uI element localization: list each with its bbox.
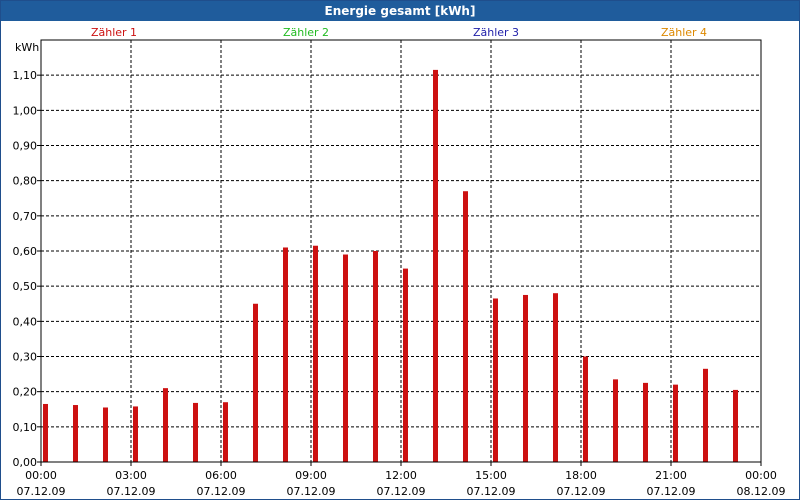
- legend-item: Zähler 3: [473, 26, 519, 39]
- bar: [523, 294, 528, 462]
- bar: [193, 402, 198, 462]
- x-tick-time: 09:00: [295, 469, 327, 482]
- x-tick-time: 00:00: [25, 469, 57, 482]
- x-tick-time: 15:00: [475, 469, 507, 482]
- y-tick-label: 0,20: [13, 386, 38, 399]
- y-tick-label: 0,00: [13, 456, 38, 469]
- legend-item: Zähler 4: [661, 26, 707, 39]
- bar: [553, 293, 558, 462]
- bar: [133, 406, 138, 462]
- x-tick-date: 07.12.09: [557, 485, 606, 498]
- bar: [103, 407, 108, 462]
- y-tick-label: 0,40: [13, 315, 38, 328]
- y-tick-label: 0,70: [13, 210, 38, 223]
- y-tick-label: 0,90: [13, 140, 38, 153]
- bar: [343, 254, 348, 462]
- x-tick-date: 07.12.09: [197, 485, 246, 498]
- bar: [733, 389, 738, 462]
- bar: [163, 388, 168, 462]
- y-tick-label: 0,10: [13, 421, 38, 434]
- x-tick-time: 06:00: [205, 469, 237, 482]
- y-axis-label: kWh: [15, 41, 39, 54]
- y-tick-label: 0,60: [13, 245, 38, 258]
- y-tick-label: 1,10: [13, 69, 38, 82]
- bars: [43, 69, 738, 463]
- bar: [313, 245, 318, 462]
- x-tick-date: 08.12.09: [737, 485, 786, 498]
- bar: [43, 403, 48, 462]
- y-tick-label: 0,50: [13, 280, 38, 293]
- bar: [463, 191, 468, 462]
- bar: [73, 405, 78, 462]
- legend-item: Zähler 1: [91, 26, 137, 39]
- x-tick-time: 00:00: [745, 469, 777, 482]
- x-tick-date: 07.12.09: [647, 485, 696, 498]
- x-tick-date: 07.12.09: [377, 485, 426, 498]
- x-tick-date: 07.12.09: [17, 485, 66, 498]
- legend-item: Zähler 2: [283, 26, 329, 39]
- bar: [433, 69, 438, 463]
- bar: [583, 356, 588, 462]
- bar: [223, 402, 228, 462]
- bar: [373, 251, 378, 462]
- x-tick-time: 21:00: [655, 469, 687, 482]
- x-tick-date: 07.12.09: [467, 485, 516, 498]
- legend: Zähler 1 Zähler 2 Zähler 3 Zähler 4: [91, 26, 707, 39]
- y-tick-label: 1,00: [13, 104, 38, 117]
- axes: 0,00 0,10 0,20 0,30 0,40 0,50 0,60 0,70 0,80 0,90…: [13, 39, 786, 498]
- x-tick-time: 03:00: [115, 469, 147, 482]
- bar: [283, 247, 288, 462]
- y-tick-label: 0,30: [13, 351, 38, 364]
- grid: [41, 40, 761, 462]
- bar: [643, 382, 648, 462]
- bar: [403, 268, 408, 462]
- x-tick-date: 07.12.09: [107, 485, 156, 498]
- bar: [493, 298, 498, 462]
- chart-plot: 0,00 0,10 0,20 0,30 0,40 0,50 0,60 0,70 0,80 0,90…: [13, 26, 786, 498]
- y-tick-label: 0,80: [13, 175, 38, 188]
- x-tick-time: 12:00: [385, 469, 417, 482]
- bar: [253, 303, 258, 462]
- bar: [613, 379, 618, 462]
- bar: [673, 384, 678, 462]
- chart-window: Energie gesamt [kWh] 0,00 0,10 0,20 0,30 0,4…: [0, 0, 800, 500]
- x-tick-time: 18:00: [565, 469, 597, 482]
- x-tick-date: 07.12.09: [287, 485, 336, 498]
- bar: [703, 368, 708, 462]
